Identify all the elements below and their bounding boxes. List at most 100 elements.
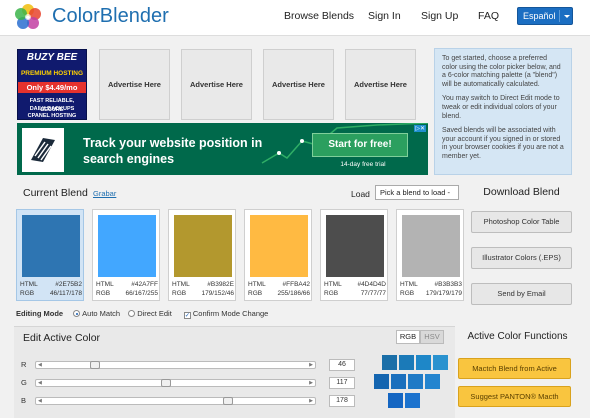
- blend-swatch[interactable]: HTML #B3982E RGB 179/152/46: [168, 209, 236, 301]
- slider-thumb[interactable]: [222, 397, 233, 405]
- advertise-here-slot[interactable]: Advertise Here: [345, 49, 416, 120]
- swatch-color[interactable]: [22, 215, 80, 277]
- html-label: HTML: [172, 281, 190, 288]
- advertise-here-slot[interactable]: Advertise Here: [99, 49, 170, 120]
- slider-value-field[interactable]: 117: [329, 377, 355, 389]
- swatch-hex: #B3982E: [207, 281, 234, 288]
- active-color-functions-title: Active Color Functions: [467, 331, 568, 342]
- nav-sign-up[interactable]: Sign Up: [421, 10, 458, 22]
- nav-faq[interactable]: FAQ: [478, 10, 499, 22]
- color-variation-tile[interactable]: [408, 374, 423, 389]
- logo-text[interactable]: ColorBlender: [52, 4, 169, 28]
- swatch-hex: #FFBA42: [282, 281, 310, 288]
- color-variation-tile[interactable]: [433, 355, 448, 370]
- nav-browse-blends[interactable]: Browse Blends: [284, 10, 354, 22]
- color-variation-tile[interactable]: [405, 393, 420, 408]
- ad-trial-text: 14-day free trial: [340, 161, 386, 168]
- edit-active-color-title: Edit Active Color: [23, 332, 101, 344]
- ad-feature-3: CPANEL HOSTING: [27, 113, 77, 119]
- swatch-rgb: 66/167/255: [125, 290, 158, 297]
- blend-swatch[interactable]: HTML #B3B3B3 RGB 179/179/179: [396, 209, 464, 301]
- swatch-hex: #4D4D4D: [357, 281, 386, 288]
- save-blend-link[interactable]: Grabar: [93, 189, 116, 198]
- advertise-here-slot[interactable]: Advertise Here: [181, 49, 252, 120]
- illustrator-colors-button[interactable]: Illustrator Colors (.EPS): [471, 247, 572, 269]
- match-blend-from-active-button[interactable]: Mactch Blend from Active: [458, 358, 571, 379]
- swatch-color[interactable]: [174, 215, 232, 277]
- color-slider-track[interactable]: ◀ ▶: [35, 361, 316, 369]
- arrow-left-icon[interactable]: ◀: [38, 363, 42, 368]
- color-slider-track[interactable]: ◀ ▶: [35, 379, 316, 387]
- swatch-hex: #42A7FF: [131, 281, 158, 288]
- advertise-here-slot[interactable]: Advertise Here: [263, 49, 334, 120]
- auto-match-radio[interactable]: Auto Match: [73, 309, 120, 318]
- editing-mode-bar: Editing Mode Auto Match Direct Edit ✓ Con…: [16, 309, 471, 321]
- arrow-right-icon[interactable]: ▶: [309, 363, 313, 368]
- swatch-hex: #2E75B2: [55, 281, 82, 288]
- editing-mode-label: Editing Mode: [16, 309, 64, 318]
- swatch-hex: #B3B3B3: [434, 281, 462, 288]
- color-variation-tile[interactable]: [399, 355, 414, 370]
- slider-value-field[interactable]: 46: [329, 359, 355, 371]
- radio-checked-icon: [73, 310, 81, 317]
- swatch-color[interactable]: [326, 215, 384, 277]
- color-variation-tile[interactable]: [388, 393, 403, 408]
- color-slider-track[interactable]: ◀ ▶: [35, 397, 316, 405]
- arrow-left-icon[interactable]: ◀: [38, 399, 42, 404]
- blend-swatch[interactable]: HTML #FFBA42 RGB 255/186/66: [244, 209, 312, 301]
- ad-headline: Track your website position in search en…: [83, 136, 263, 166]
- current-blend-title: Current Blend: [23, 187, 88, 199]
- ad-subtitle: PREMIUM HOSTING: [20, 70, 84, 77]
- blend-swatch[interactable]: HTML #2E75B2 RGB 46/117/178: [16, 209, 84, 301]
- color-variation-tile[interactable]: [382, 355, 397, 370]
- confirm-mode-label: Confirm Mode Change: [192, 309, 269, 318]
- slider-value-field[interactable]: 178: [329, 395, 355, 407]
- photoshop-color-table-button[interactable]: Photoshop Color Table: [471, 211, 572, 233]
- getting-started-info: To get started, choose a preferred color…: [434, 48, 572, 175]
- rgb-label: RGB: [96, 290, 111, 297]
- hsv-mode-tab[interactable]: HSV: [420, 330, 444, 344]
- arrow-left-icon[interactable]: ◀: [38, 381, 42, 386]
- color-variation-tile[interactable]: [391, 374, 406, 389]
- blend-swatch[interactable]: HTML #4D4D4D RGB 77/77/77: [320, 209, 388, 301]
- swatch-color[interactable]: [402, 215, 460, 277]
- language-dropdown[interactable]: Español: [517, 7, 573, 25]
- slider-thumb[interactable]: [161, 379, 172, 387]
- slider-label: G: [21, 378, 27, 387]
- send-by-email-button[interactable]: Send by Email: [471, 283, 572, 305]
- swatch-rgb: 179/179/179: [425, 290, 462, 297]
- html-label: HTML: [400, 281, 418, 288]
- arrow-right-icon[interactable]: ▶: [309, 399, 313, 404]
- ad-price: Only $4.49/mo: [18, 82, 86, 93]
- rgb-label: RGB: [248, 290, 263, 297]
- rgb-label: RGB: [172, 290, 187, 297]
- load-blend-select[interactable]: Pick a blend to load -: [375, 185, 459, 200]
- arrow-right-icon[interactable]: ▶: [309, 381, 313, 386]
- nav-sign-in[interactable]: Sign In: [368, 10, 401, 22]
- rgb-label: RGB: [400, 290, 415, 297]
- html-label: HTML: [248, 281, 266, 288]
- rgb-label: RGB: [20, 290, 35, 297]
- rgb-mode-tab[interactable]: RGB: [396, 330, 420, 344]
- swatch-rgb: 77/77/77: [360, 290, 386, 297]
- seo-ad-banner[interactable]: Track your website position in search en…: [17, 123, 428, 175]
- swatch-rgb: 255/186/66: [277, 290, 310, 297]
- checkmark-icon: ✓: [183, 312, 191, 319]
- color-variation-tile[interactable]: [425, 374, 440, 389]
- color-variation-tile[interactable]: [374, 374, 389, 389]
- color-variation-tile[interactable]: [416, 355, 431, 370]
- flower-petals-icon[interactable]: [14, 3, 42, 31]
- swatch-color[interactable]: [98, 215, 156, 277]
- direct-edit-radio[interactable]: Direct Edit: [128, 309, 172, 318]
- slider-label: R: [21, 360, 27, 369]
- start-for-free-button[interactable]: Start for free!: [312, 133, 408, 157]
- download-blend-title: Download Blend: [483, 186, 560, 198]
- swatch-color[interactable]: [250, 215, 308, 277]
- suggest-pantone-match-button[interactable]: Suggest PANTON® Macth: [458, 386, 571, 407]
- blend-swatch[interactable]: HTML #42A7FF RGB 66/167/255: [92, 209, 160, 301]
- slider-thumb[interactable]: [89, 361, 100, 369]
- confirm-mode-checkbox[interactable]: ✓ Confirm Mode Change: [183, 309, 269, 319]
- hosting-ad-banner[interactable]: BUZY BEE PREMIUM HOSTING Only $4.49/mo F…: [17, 49, 87, 120]
- caret-down-icon: [564, 15, 570, 18]
- adchoices-icon[interactable]: ▷✕: [414, 125, 426, 132]
